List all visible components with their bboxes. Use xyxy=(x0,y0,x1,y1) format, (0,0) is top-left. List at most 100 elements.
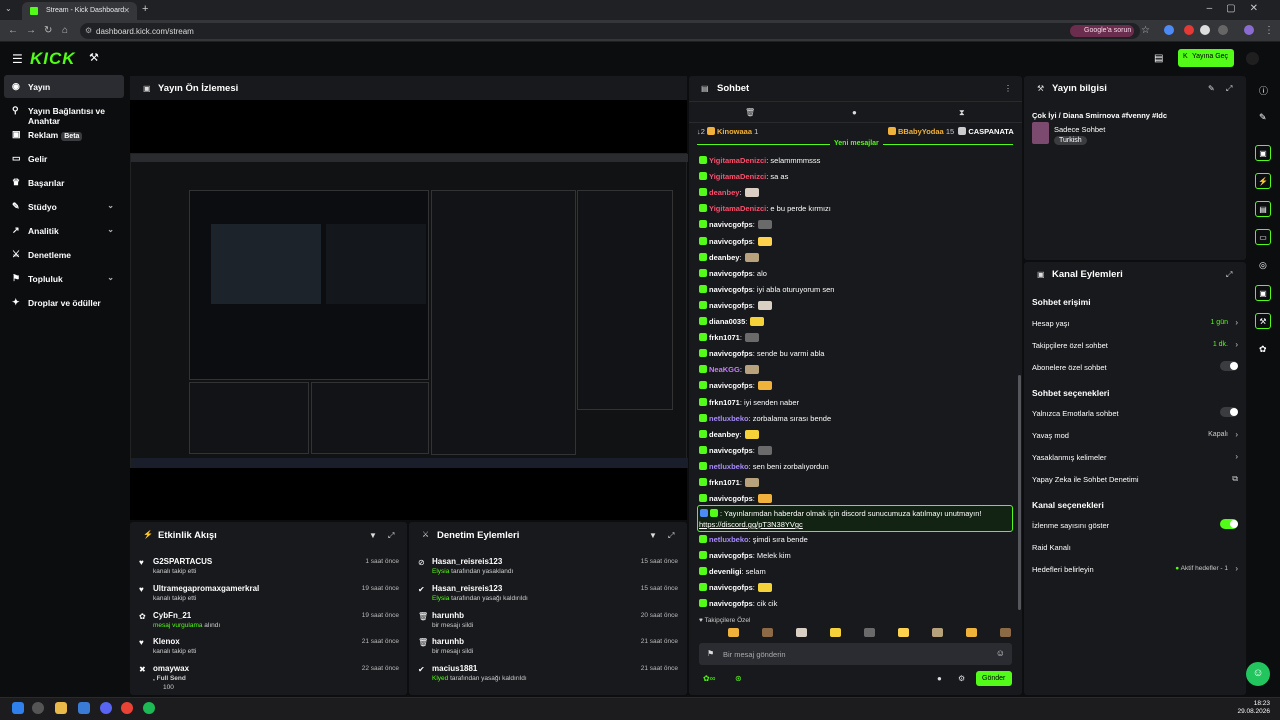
activity-user[interactable]: G2SPARTACUS xyxy=(153,557,212,566)
discord-icon[interactable] xyxy=(100,702,112,714)
emote-icon[interactable] xyxy=(864,628,875,637)
leaderboard-user[interactable]: Kinowaaa xyxy=(717,127,752,136)
modlog-user[interactable]: harunhb xyxy=(432,611,464,620)
activity-user[interactable]: CybFn_21 xyxy=(153,611,191,620)
points-icon[interactable]: ✿∞ xyxy=(703,674,715,683)
chat-scrollbar[interactable] xyxy=(1018,375,1021,610)
chat-username[interactable]: frkn1071 xyxy=(709,333,740,342)
profile-avatar[interactable] xyxy=(1244,25,1254,35)
gear-icon[interactable]: ⚙ xyxy=(958,674,965,683)
edit-icon[interactable]: ✎ xyxy=(1259,112,1267,123)
home-icon[interactable]: ⌂ xyxy=(62,25,68,36)
target-icon[interactable]: ◎ xyxy=(1259,260,1267,271)
back-icon[interactable]: ← xyxy=(8,25,18,36)
chat-username[interactable]: navivcgofps xyxy=(709,285,753,294)
emote-icon[interactable] xyxy=(1000,628,1011,637)
chat-username[interactable]: navivcgofps xyxy=(709,446,753,455)
goals-row[interactable]: Hedefleri belirleyin ● Aktif hedefler - 1… xyxy=(1032,564,1238,574)
new-tab-icon[interactable]: + xyxy=(142,3,148,15)
leaderboard-user[interactable]: BBabyYodaa xyxy=(898,127,944,136)
forward-icon[interactable]: → xyxy=(26,25,36,36)
activity-user[interactable]: omaywax xyxy=(153,664,189,673)
kick-coin-icon[interactable]: ⊛ xyxy=(735,674,742,683)
chat-username[interactable]: devenligi xyxy=(709,567,742,576)
rail-points-icon[interactable]: ✿ xyxy=(1259,344,1267,355)
chat-username[interactable]: YigitamaDenizci xyxy=(709,156,766,165)
chat-username[interactable]: navivcgofps xyxy=(709,551,753,560)
window-controls[interactable]: –▢✕ xyxy=(1207,3,1272,14)
raid-row[interactable]: Raid Kanalı xyxy=(1032,543,1238,552)
emote-icon[interactable] xyxy=(830,628,841,637)
rail-wrench-icon[interactable]: ⚒ xyxy=(1255,313,1271,329)
sidebar-item-community[interactable]: ⚑ Topluluk ⌄ xyxy=(4,267,124,290)
chat-username[interactable]: netluxbeko xyxy=(709,535,749,544)
subs-chat-toggle[interactable] xyxy=(1220,361,1238,371)
chat-username[interactable]: navivcgofps xyxy=(709,349,753,358)
extensions-puzzle-icon[interactable] xyxy=(1218,25,1228,35)
info-icon[interactable]: ⓘ xyxy=(1259,84,1268,97)
filter-icon[interactable]: ▼ xyxy=(649,531,657,540)
go-live-button[interactable]: K Yayına Geç xyxy=(1178,49,1234,67)
mail-icon[interactable] xyxy=(78,702,90,714)
popout-icon[interactable]: ⤢ xyxy=(1226,84,1232,94)
chat-settings-bubble-icon[interactable]: ● xyxy=(937,674,942,683)
browser-menu-icon[interactable]: ⋮ xyxy=(1264,25,1274,36)
chat-username[interactable]: navivcgofps xyxy=(709,381,753,390)
modlog-user[interactable]: Hasan_reisreis123 xyxy=(432,557,502,566)
bookmark-star-icon[interactable]: ☆ xyxy=(1141,25,1150,36)
filter-icon[interactable]: ▼ xyxy=(369,531,377,540)
more-icon[interactable]: ⋮ xyxy=(1004,84,1012,93)
speech-bubble-icon[interactable]: ● xyxy=(852,108,857,117)
chat-username[interactable]: netluxbeko xyxy=(709,414,749,423)
modlog-user[interactable]: macius1881 xyxy=(432,664,477,673)
chat-username[interactable]: deanbey xyxy=(709,253,739,262)
viewer-count-toggle[interactable] xyxy=(1220,519,1238,529)
sidebar-item-stream-key[interactable]: ⚲ Yayın Bağlantısı ve Anahtar xyxy=(4,99,124,126)
rail-channel-icon[interactable]: ▣ xyxy=(1255,285,1271,301)
extension-icon[interactable] xyxy=(1200,25,1210,35)
chrome-icon[interactable] xyxy=(121,702,133,714)
emote-icon[interactable] xyxy=(796,628,807,637)
close-tab-icon[interactable]: ✕ xyxy=(123,6,130,15)
sidebar-item-moderation[interactable]: ⚔ Denetleme xyxy=(4,243,124,266)
sidebar-item-achievements[interactable]: ♛ Başarılar xyxy=(4,171,124,194)
tab-list-icon[interactable]: ⌄ xyxy=(5,4,12,13)
reload-icon[interactable]: ↻ xyxy=(44,25,52,36)
pin-icon[interactable]: ⚒ xyxy=(89,51,99,64)
sidebar-item-drops[interactable]: ✦ Droplar ve ödüller xyxy=(4,291,124,314)
sidebar-item-revenue[interactable]: ▭ Gelir xyxy=(4,147,124,170)
emote-icon[interactable] xyxy=(728,628,739,637)
chat-username[interactable]: deanbey xyxy=(709,188,739,197)
emote-icon[interactable] xyxy=(966,628,977,637)
slow-mode-row[interactable]: Yavaş mod Kapalı › xyxy=(1032,430,1238,440)
chat-username[interactable]: navivcgofps xyxy=(709,237,753,246)
chat-username[interactable]: navivcgofps xyxy=(709,494,753,503)
emote-icon[interactable] xyxy=(762,628,773,637)
ai-moderation-row[interactable]: Yapay Zeka ile Sohbet Denetimi ⧉ xyxy=(1032,474,1238,484)
start-icon[interactable] xyxy=(12,702,24,714)
spotify-icon[interactable] xyxy=(143,702,155,714)
activity-user[interactable]: Klenox xyxy=(153,637,180,646)
sidebar-item-studio[interactable]: ✎ Stüdyo ⌄ xyxy=(4,195,124,218)
banned-words-row[interactable]: Yasaklanmış kelimeler › xyxy=(1032,452,1238,462)
kick-logo[interactable]: KICK xyxy=(30,49,76,69)
chat-username[interactable]: frkn1071 xyxy=(709,478,740,487)
chat-username[interactable]: NeaKGG xyxy=(709,365,740,374)
emote-icon[interactable] xyxy=(932,628,943,637)
rail-chat-icon[interactable]: ▭ xyxy=(1255,229,1271,245)
chat-username[interactable]: navivcgofps xyxy=(709,301,753,310)
chat-username[interactable]: YigitamaDenizci xyxy=(709,204,766,213)
followers-chat-row[interactable]: Takipçilere özel sohbet 1 dk. › xyxy=(1032,340,1238,350)
chat-username[interactable]: navivcgofps xyxy=(709,220,753,229)
rail-activity-icon[interactable]: ⚡ xyxy=(1255,173,1271,189)
hourglass-icon[interactable]: ⧗ xyxy=(959,108,965,118)
account-age-row[interactable]: Hesap yaşı 1 gün › xyxy=(1032,318,1238,328)
chat-username[interactable]: navivcgofps xyxy=(709,269,753,278)
file-explorer-icon[interactable] xyxy=(55,702,67,714)
extension-icon[interactable] xyxy=(1184,25,1194,35)
popout-icon[interactable]: ⤢ xyxy=(668,531,674,541)
send-button[interactable]: Gönder xyxy=(976,671,1012,686)
chat-input[interactable]: ⚑ Bir mesaj gönderin ☺ xyxy=(699,643,1012,665)
extension-icon[interactable] xyxy=(1164,25,1174,35)
edit-icon[interactable]: ✎ xyxy=(1208,84,1215,93)
